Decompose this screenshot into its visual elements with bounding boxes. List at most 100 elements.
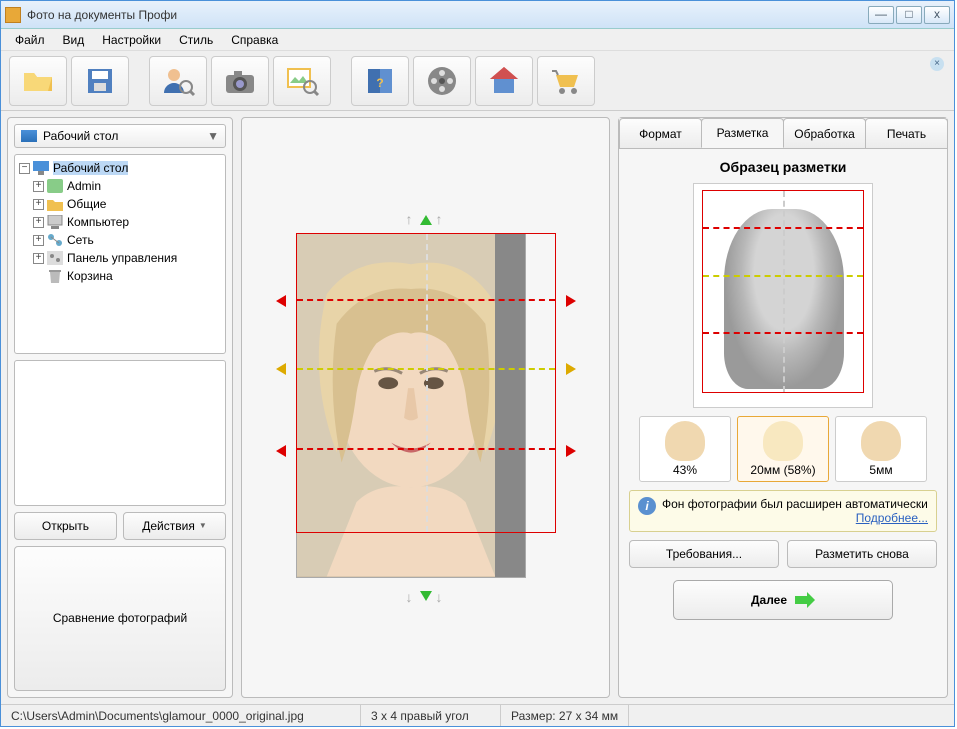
metric-head-ratio[interactable]: 43% <box>639 416 731 482</box>
network-icon <box>47 233 63 247</box>
crop-handle-top[interactable] <box>420 215 432 225</box>
desktop-icon <box>21 130 37 142</box>
home-icon <box>486 63 522 99</box>
computer-icon <box>47 215 63 229</box>
svg-text:?: ? <box>376 76 383 90</box>
menu-settings[interactable]: Настройки <box>94 31 169 49</box>
chin-guide[interactable] <box>297 448 555 450</box>
close-button[interactable]: x <box>924 6 950 24</box>
toolbar-close-hint[interactable]: × <box>930 57 944 71</box>
tree-node-control-panel[interactable]: + Панель управления <box>19 249 221 267</box>
left-panel: Рабочий стол ▼ − Рабочий стол + Admin + <box>7 117 233 698</box>
tree-label: Компьютер <box>67 215 129 229</box>
tree-node-computer[interactable]: + Компьютер <box>19 213 221 231</box>
thumbnail-preview <box>14 360 226 506</box>
titlebar: Фото на документы Профи — □ x <box>1 1 954 29</box>
folder-combo[interactable]: Рабочий стол ▼ <box>14 124 226 148</box>
expand-icon[interactable]: + <box>33 235 44 246</box>
top-head-guide[interactable] <box>297 299 555 301</box>
expand-icon[interactable]: + <box>33 253 44 264</box>
status-bar: C:\Users\Admin\Documents\glamour_0000_or… <box>1 704 954 726</box>
book-help-icon: ? <box>362 63 398 99</box>
app-window: Фото на документы Профи — □ x Файл Вид Н… <box>0 0 955 727</box>
tree-label: Admin <box>67 179 101 193</box>
tree-label: Сеть <box>67 233 94 247</box>
control-panel-icon <box>47 251 63 265</box>
minimize-button[interactable]: — <box>868 6 894 24</box>
tree-node-trash[interactable]: Корзина <box>19 267 221 285</box>
trash-icon <box>47 269 63 283</box>
tree-node-common[interactable]: + Общие <box>19 195 221 213</box>
tool-camera[interactable] <box>211 56 269 106</box>
status-path: C:\Users\Admin\Documents\glamour_0000_or… <box>1 705 361 726</box>
tool-help-book[interactable]: ? <box>351 56 409 106</box>
tool-face-detect[interactable] <box>149 56 207 106</box>
desktop-icon <box>33 161 49 175</box>
metric-top-margin[interactable]: 5мм <box>835 416 927 482</box>
actions-button[interactable]: Действия▼ <box>123 512 226 540</box>
open-button[interactable]: Открыть <box>14 512 117 540</box>
tool-video[interactable] <box>413 56 471 106</box>
tab-processing[interactable]: Обработка <box>783 118 866 148</box>
metric-face-height[interactable]: 20мм (58%) <box>737 416 829 482</box>
photo-search-icon <box>284 63 320 99</box>
tab-markup[interactable]: Разметка <box>701 118 784 148</box>
head-ratio-icon <box>665 421 705 461</box>
face-height-icon <box>763 421 803 461</box>
guide-handle-top-right[interactable] <box>566 295 576 307</box>
info-icon: i <box>638 497 656 515</box>
move-up-icon: ↑ <box>406 211 413 227</box>
guide-handle-eyes-left[interactable] <box>276 363 286 375</box>
collapse-icon[interactable]: − <box>19 163 30 174</box>
folder-tree[interactable]: − Рабочий стол + Admin + Общие + <box>14 154 226 354</box>
guide-handle-chin-left[interactable] <box>276 445 286 457</box>
tree-node-network[interactable]: + Сеть <box>19 231 221 249</box>
tab-print[interactable]: Печать <box>865 118 948 148</box>
top-margin-icon <box>861 421 901 461</box>
tool-save[interactable] <box>71 56 129 106</box>
folder-icon <box>47 197 63 211</box>
crop-handle-bottom[interactable] <box>420 591 432 601</box>
tree-label: Рабочий стол <box>53 161 128 175</box>
menu-style[interactable]: Стиль <box>171 31 221 49</box>
info-more-link[interactable]: Подробнее... <box>856 511 928 525</box>
status-size: Размер: 27 x 34 мм <box>501 705 629 726</box>
guide-handle-top-left[interactable] <box>276 295 286 307</box>
crop-frame[interactable] <box>296 233 556 533</box>
center-vertical-guide[interactable] <box>426 234 428 532</box>
shopping-cart-icon <box>548 63 584 99</box>
tree-label: Корзина <box>67 269 113 283</box>
eyes-guide[interactable] <box>297 368 555 370</box>
expand-icon[interactable]: + <box>33 199 44 210</box>
markup-sample <box>693 183 873 408</box>
guide-handle-eyes-right[interactable] <box>566 363 576 375</box>
maximize-button[interactable]: □ <box>896 6 922 24</box>
window-title: Фото на документы Профи <box>27 8 868 22</box>
expand-icon[interactable]: + <box>33 217 44 228</box>
user-folder-icon <box>47 179 63 193</box>
next-button[interactable]: Далее <box>673 580 893 620</box>
expand-icon[interactable]: + <box>33 181 44 192</box>
tree-node-admin[interactable]: + Admin <box>19 177 221 195</box>
tool-open-folder[interactable] <box>9 56 67 106</box>
tool-home[interactable] <box>475 56 533 106</box>
menu-file[interactable]: Файл <box>7 31 53 49</box>
folder-combo-label: Рабочий стол <box>43 129 118 143</box>
requirements-button[interactable]: Требования... <box>629 540 779 568</box>
right-panel: Формат Разметка Обработка Печать Образец… <box>618 117 948 698</box>
compare-button[interactable]: Сравнение фотографий <box>14 546 226 692</box>
menu-help[interactable]: Справка <box>223 31 286 49</box>
tree-node-desktop[interactable]: − Рабочий стол <box>19 159 221 177</box>
arrow-right-icon <box>795 592 815 608</box>
tool-search-photo[interactable] <box>273 56 331 106</box>
tab-format[interactable]: Формат <box>619 118 702 148</box>
guide-handle-chin-right[interactable] <box>566 445 576 457</box>
tab-body-markup: Образец разметки 43% <box>619 148 947 697</box>
remark-button[interactable]: Разметить снова <box>787 540 937 568</box>
disk-icon <box>82 63 118 99</box>
chevron-down-icon: ▼ <box>207 129 219 143</box>
menubar: Файл Вид Настройки Стиль Справка <box>1 29 954 51</box>
tool-cart[interactable] <box>537 56 595 106</box>
menu-view[interactable]: Вид <box>55 31 93 49</box>
editor-canvas[interactable]: ↑ ↑ ↓ ↓ <box>241 117 610 698</box>
